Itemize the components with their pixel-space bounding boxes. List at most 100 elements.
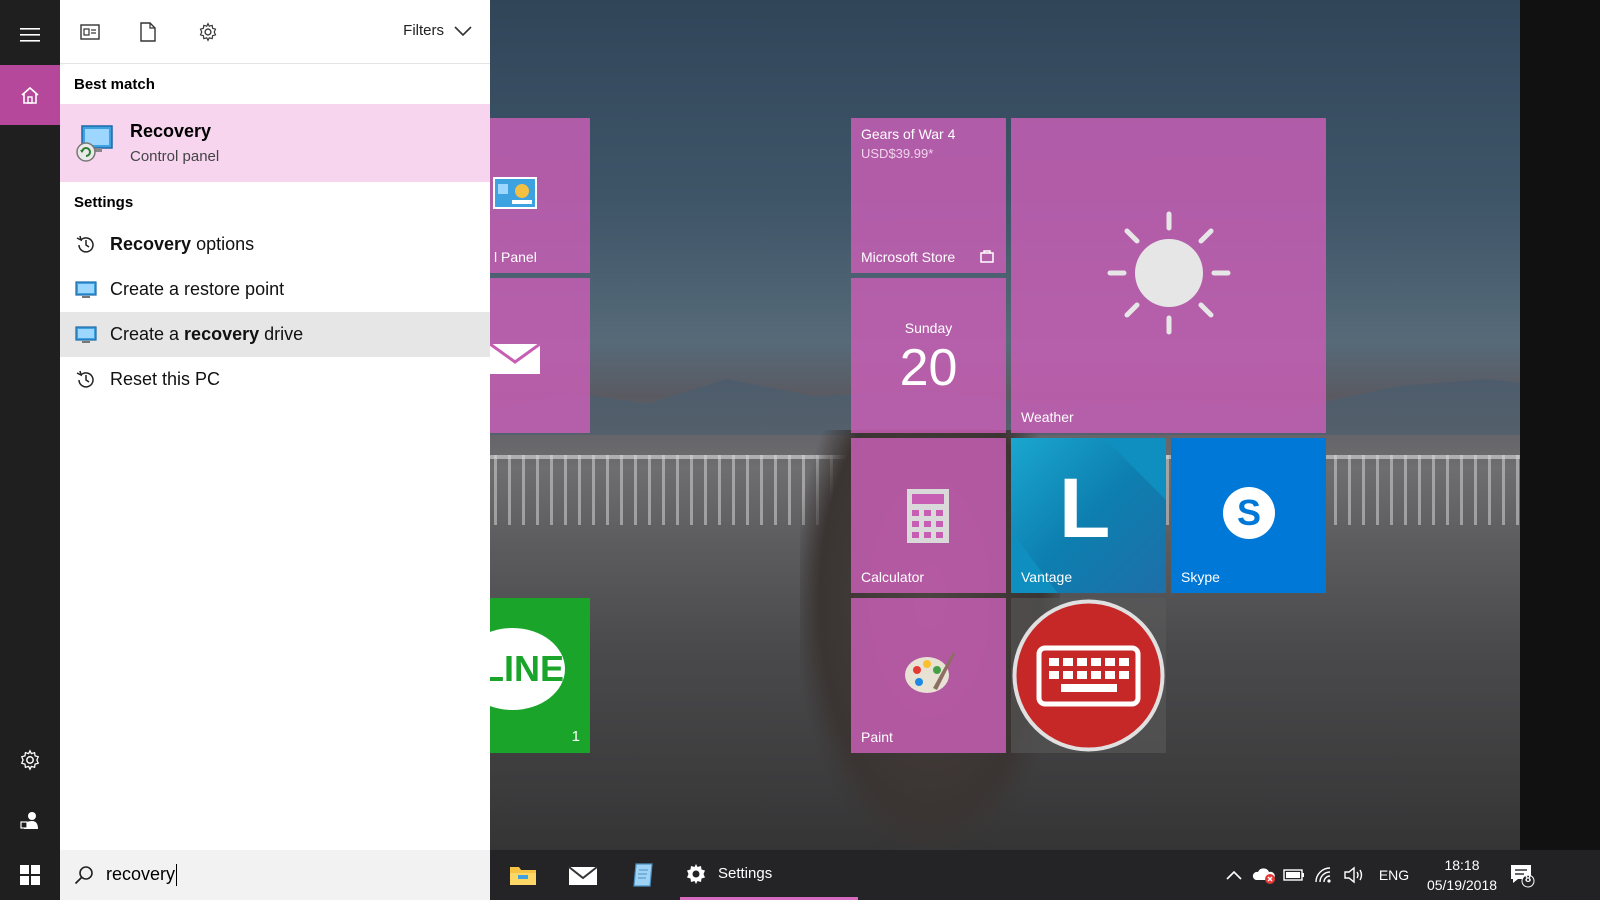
control-panel-icon [493, 177, 537, 209]
windows-logo-icon [20, 865, 40, 885]
svg-text:S: S [1237, 492, 1261, 533]
search-input[interactable]: recovery [106, 864, 178, 887]
setting-recovery-options[interactable]: Recovery options [60, 222, 490, 267]
store-bag-icon [980, 250, 994, 263]
wifi-icon [1315, 867, 1331, 883]
tile-microsoft-store[interactable]: Gears of War 4 USD$39.99* Microsoft Stor… [851, 118, 1006, 273]
tile-label: Microsoft Store [861, 249, 956, 265]
home-icon [21, 86, 39, 104]
search-results-panel: Filters Best match Recovery Control pane… [60, 0, 490, 850]
search-filter-bar: Filters [60, 0, 490, 64]
tile-label: l Panel [494, 249, 537, 265]
filters-dropdown[interactable]: Filters [403, 22, 472, 39]
documents-filter-button[interactable] [136, 20, 160, 44]
skype-logo-icon: S [1223, 487, 1275, 539]
monitor-icon [74, 278, 98, 302]
gear-icon [199, 22, 217, 42]
input-language-indicator[interactable]: ENG [1372, 850, 1416, 900]
calculator-icon [907, 489, 949, 543]
setting-create-restore-point[interactable]: Create a restore point [60, 267, 490, 312]
apps-filter-icon [80, 24, 100, 40]
show-hidden-icons-button[interactable] [1222, 850, 1246, 900]
person-icon [20, 812, 38, 829]
sun-icon [1107, 211, 1231, 335]
notification-count: 8 [1525, 873, 1532, 885]
tile-vantage[interactable]: L Vantage [1011, 438, 1166, 593]
line-logo-text: LINE [490, 648, 565, 689]
mail-icon [490, 342, 540, 374]
setting-label: Create a restore point [110, 279, 285, 299]
notepad-icon [633, 863, 653, 887]
settings-button[interactable] [0, 730, 60, 790]
document-icon [140, 22, 156, 42]
line-badge: 1 [571, 728, 580, 745]
folder-icon [510, 867, 536, 885]
search-box[interactable]: recovery [60, 850, 490, 900]
tile-line[interactable]: LINE 1 [490, 598, 590, 753]
gear-icon [687, 863, 705, 884]
monitor-icon [74, 323, 98, 347]
account-button[interactable] [0, 790, 60, 850]
tile-label: Weather [1021, 409, 1074, 425]
keyboard-icon [1012, 599, 1165, 752]
setting-label: Reset this PC [110, 369, 221, 389]
tile-paint[interactable]: Paint [851, 598, 1006, 753]
network-status[interactable] [1310, 850, 1338, 900]
setting-label: Recovery options [110, 234, 255, 254]
start-button[interactable] [0, 850, 60, 900]
clock[interactable]: 18:18 05/19/2018 [1418, 850, 1506, 900]
text-caret [176, 864, 178, 887]
battery-status[interactable] [1280, 850, 1308, 900]
setting-reset-this-pc[interactable]: Reset this PC [60, 357, 490, 402]
store-price: USD$39.99* [861, 146, 934, 161]
home-button[interactable] [0, 65, 60, 125]
hamburger-icon [20, 28, 40, 42]
chevron-down-icon [454, 25, 472, 36]
taskbar-file-explorer[interactable] [500, 850, 546, 900]
tile-calculator[interactable]: Calculator [851, 438, 1006, 593]
setting-label: Create a recovery drive [110, 324, 304, 344]
best-match-text: Recovery Control panel [130, 121, 219, 165]
best-match-heading: Best match [74, 75, 155, 93]
tile-label: Paint [861, 729, 893, 745]
taskbar-settings[interactable]: Settings [680, 850, 858, 900]
chevron-up-icon [1226, 870, 1242, 880]
clock-time: 18:18 [1444, 857, 1480, 873]
mail-icon [568, 866, 598, 885]
best-match-subtitle: Control panel [130, 148, 220, 165]
cloud-error-icon [1252, 868, 1275, 884]
tile-keyboard-app[interactable] [1011, 598, 1166, 753]
best-match-result[interactable]: Recovery Control panel [60, 104, 490, 182]
filters-label: Filters [403, 22, 444, 39]
action-center-button[interactable]: 8 [1500, 850, 1544, 900]
speaker-icon [1344, 866, 1363, 884]
taskbar-settings-label: Settings [718, 865, 773, 882]
settings-heading: Settings [74, 193, 134, 211]
tile-mail[interactable] [490, 278, 590, 433]
setting-create-recovery-drive[interactable]: Create a recovery drive [60, 312, 490, 357]
vantage-logo-letter: L [1059, 461, 1111, 555]
tile-control-panel[interactable]: l Panel [490, 118, 590, 273]
tile-weather[interactable]: Weather [1011, 118, 1326, 433]
background-edge [1520, 0, 1600, 900]
recovery-icon [76, 125, 113, 162]
tile-label: Vantage [1021, 569, 1073, 585]
history-icon [74, 368, 98, 392]
tile-skype[interactable]: S Skype [1171, 438, 1326, 593]
volume-control[interactable] [1340, 850, 1368, 900]
calendar-day: Sunday [904, 320, 953, 336]
taskbar-notepad[interactable] [620, 850, 666, 900]
expand-menu-button[interactable] [0, 5, 60, 65]
clock-date: 05/19/2018 [1426, 877, 1498, 893]
best-match-title: Recovery [130, 121, 212, 141]
onedrive-status[interactable] [1250, 850, 1278, 900]
start-rail [0, 0, 60, 900]
settings-filter-button[interactable] [196, 20, 220, 44]
paint-palette-icon [905, 652, 955, 693]
battery-icon [1283, 869, 1304, 881]
taskbar: Settings ENG 18:18 05/19/2018 8 [490, 850, 1600, 900]
taskbar-mail[interactable] [560, 850, 606, 900]
history-icon [74, 233, 98, 257]
apps-filter-button[interactable] [78, 20, 102, 44]
tile-calendar[interactable]: Sunday 20 [851, 278, 1006, 433]
